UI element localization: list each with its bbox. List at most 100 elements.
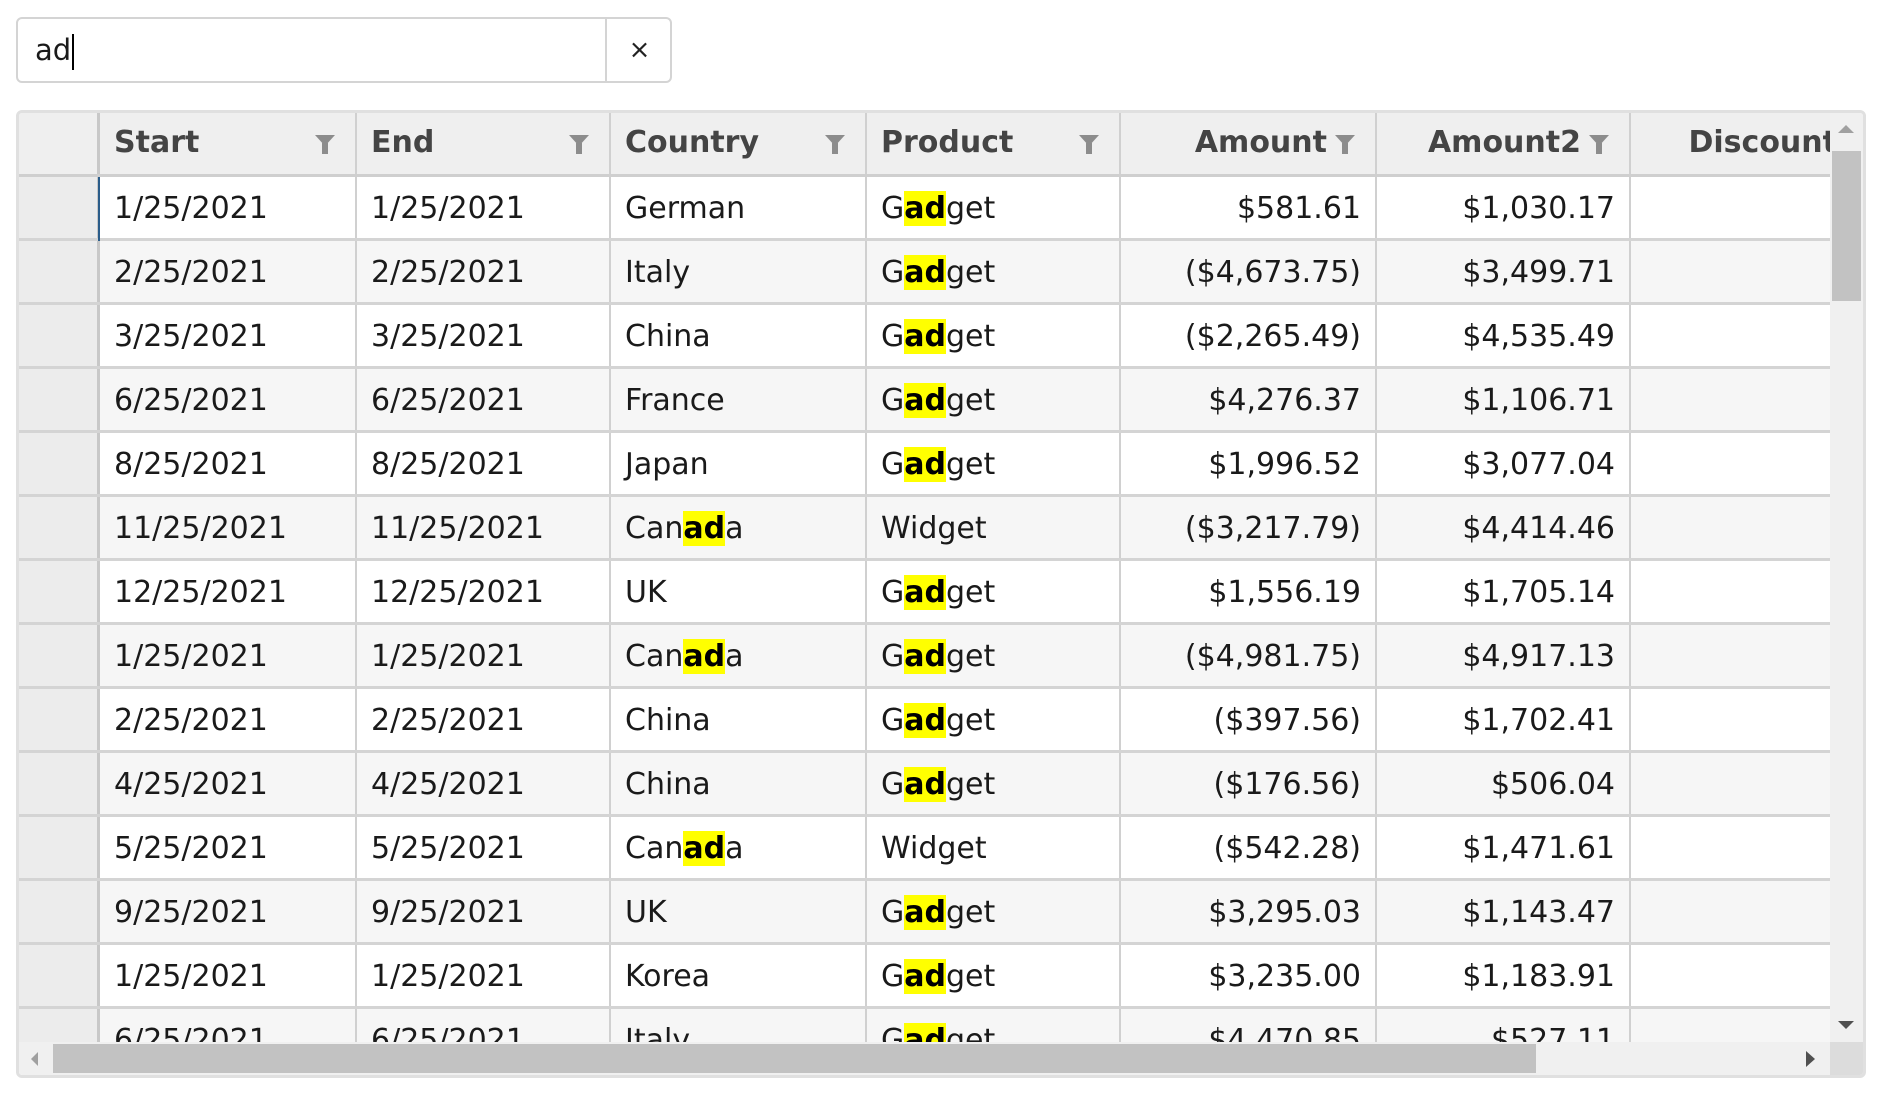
table-row[interactable]: 2/25/2021 2/25/2021 Italy Gadget ($4,673.75)… [19,241,1833,305]
cell-product[interactable]: Gadget [867,433,1121,494]
row-header[interactable] [19,305,100,366]
filter-icon[interactable] [1589,135,1609,154]
column-header-start[interactable]: Start [100,113,357,174]
cell-amount[interactable]: ($542.28) [1121,817,1377,878]
cell-end[interactable]: 9/25/2021 [357,881,611,942]
row-header[interactable] [19,881,100,942]
cell-discount[interactable]: 24 [1631,625,1833,686]
cell-amount2[interactable]: $1,702.41 [1377,689,1631,750]
table-row[interactable]: 6/25/2021 6/25/2021 Italy Gadget $4,470.85 $5… [19,1009,1833,1045]
cell-amount[interactable]: $3,235.00 [1121,945,1377,1006]
cell-amount[interactable]: ($4,673.75) [1121,241,1377,302]
table-row[interactable]: 1/25/2021 1/25/2021 Canada Gadget ($4,981.75… [19,625,1833,689]
table-row[interactable]: 9/25/2021 9/25/2021 UK Gadget $3,295.03 $1,14… [19,881,1833,945]
table-row[interactable]: 8/25/2021 8/25/2021 Japan Gadget $1,996.52 $3… [19,433,1833,497]
filter-icon[interactable] [1335,135,1355,154]
clear-search-button[interactable]: × [605,19,672,81]
cell-country[interactable]: UK [611,881,867,942]
cell-country[interactable]: Canada [611,497,867,558]
cell-product[interactable]: Gadget [867,881,1121,942]
cell-product[interactable]: Gadget [867,241,1121,302]
cell-end[interactable]: 6/25/2021 [357,1009,611,1045]
column-header-product[interactable]: Product [867,113,1121,174]
cell-start[interactable]: 5/25/2021 [100,817,357,878]
vertical-scrollbar[interactable] [1830,113,1863,1045]
cell-amount2[interactable]: $1,471.61 [1377,817,1631,878]
cell-country[interactable]: German [611,177,867,238]
cell-discount[interactable]: 13 [1631,241,1833,302]
cell-product[interactable]: Gadget [867,753,1121,814]
cell-end[interactable]: 5/25/2021 [357,817,611,878]
filter-icon[interactable] [1079,135,1099,154]
cell-discount[interactable]: 2 [1631,817,1833,878]
cell-country[interactable]: Japan [611,433,867,494]
cell-amount[interactable]: $4,470.85 [1121,1009,1377,1045]
cell-amount2[interactable]: $1,106.71 [1377,369,1631,430]
cell-discount[interactable]: 2 [1631,945,1833,1006]
cell-product[interactable]: Gadget [867,945,1121,1006]
cell-product[interactable]: Gadget [867,369,1121,430]
horizontal-scroll-thumb[interactable] [53,1044,1536,1073]
cell-amount2[interactable]: $3,077.04 [1377,433,1631,494]
table-row[interactable]: 3/25/2021 3/25/2021 China Gadget ($2,265.49)… [19,305,1833,369]
cell-end[interactable]: 11/25/2021 [357,497,611,558]
cell-start[interactable]: 11/25/2021 [100,497,357,558]
column-header-amount[interactable]: Amount [1121,113,1377,174]
cell-country[interactable]: Italy [611,1009,867,1045]
cell-country[interactable]: China [611,305,867,366]
cell-discount[interactable]: 2 [1631,433,1833,494]
cell-country[interactable]: UK [611,561,867,622]
cell-amount2[interactable]: $506.04 [1377,753,1631,814]
cell-discount[interactable]: 14 [1631,177,1833,238]
cell-country[interactable]: Italy [611,241,867,302]
cell-end[interactable]: 2/25/2021 [357,689,611,750]
cell-amount[interactable]: $581.61 [1121,177,1377,238]
table-row[interactable]: 5/25/2021 5/25/2021 Canada Widget ($542.28) $… [19,817,1833,881]
cell-start[interactable]: 8/25/2021 [100,433,357,494]
cell-product[interactable]: Widget [867,817,1121,878]
scroll-up-arrow-icon[interactable] [1838,125,1854,133]
cell-start[interactable]: 1/25/2021 [100,625,357,686]
cell-product[interactable]: Gadget [867,1009,1121,1045]
cell-amount2[interactable]: $1,030.17 [1377,177,1631,238]
cell-discount[interactable]: 10 [1631,881,1833,942]
cell-product[interactable]: Gadget [867,689,1121,750]
search-input[interactable]: ad [18,19,606,81]
row-header[interactable] [19,945,100,1006]
table-row[interactable]: 12/25/2021 12/25/2021 UK Gadget $1,556.19 $1,… [19,561,1833,625]
cell-start[interactable]: 6/25/2021 [100,369,357,430]
cell-country[interactable]: Korea [611,945,867,1006]
cell-amount[interactable]: ($4,981.75) [1121,625,1377,686]
table-row[interactable]: 4/25/2021 4/25/2021 China Gadget ($176.56) $5… [19,753,1833,817]
row-header[interactable] [19,689,100,750]
cell-discount[interactable]: 27 [1631,1009,1833,1045]
cell-country[interactable]: France [611,369,867,430]
cell-start[interactable]: 1/25/2021 [100,945,357,1006]
cell-end[interactable]: 1/25/2021 [357,625,611,686]
select-all-corner[interactable] [19,113,100,174]
column-header-amount2[interactable]: Amount2 [1377,113,1631,174]
cell-start[interactable]: 1/25/2021 [100,177,357,238]
cell-discount[interactable]: 20 [1631,305,1833,366]
cell-amount2[interactable]: $527.11 [1377,1009,1631,1045]
column-header-discount[interactable]: Discount [1631,113,1834,174]
cell-end[interactable]: 1/25/2021 [357,177,611,238]
cell-end[interactable]: 6/25/2021 [357,369,611,430]
cell-discount[interactable]: 23 [1631,369,1833,430]
cell-amount2[interactable]: $1,705.14 [1377,561,1631,622]
cell-end[interactable]: 2/25/2021 [357,241,611,302]
column-header-country[interactable]: Country [611,113,867,174]
row-header[interactable] [19,241,100,302]
row-header[interactable] [19,369,100,430]
row-header[interactable] [19,561,100,622]
cell-discount[interactable]: 1 [1631,753,1833,814]
cell-start[interactable]: 9/25/2021 [100,881,357,942]
cell-discount[interactable] [1631,561,1833,622]
cell-end[interactable]: 4/25/2021 [357,753,611,814]
cell-start[interactable]: 12/25/2021 [100,561,357,622]
cell-amount2[interactable]: $1,143.47 [1377,881,1631,942]
cell-start[interactable]: 4/25/2021 [100,753,357,814]
cell-product[interactable]: Gadget [867,177,1121,238]
row-header[interactable] [19,753,100,814]
cell-amount[interactable]: $1,556.19 [1121,561,1377,622]
